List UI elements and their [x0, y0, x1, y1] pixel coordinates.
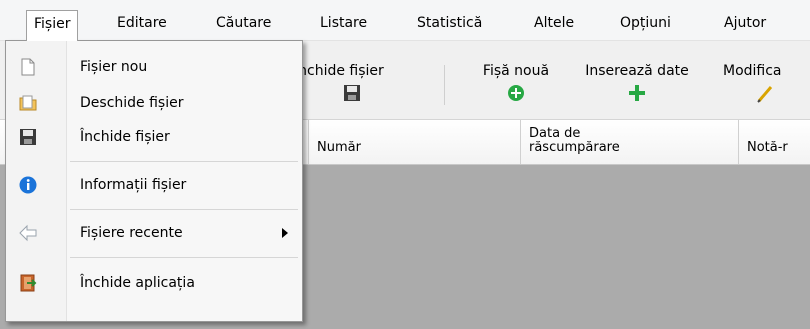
menu-item-new-file[interactable]: Fișier nou: [6, 51, 302, 83]
menu-optiuni[interactable]: Opțiuni: [613, 12, 678, 34]
column-header-numar[interactable]: Număr: [308, 120, 521, 164]
open-folder-icon: [19, 95, 37, 111]
column-header-data-rascumparare[interactable]: Data de răscumpărare: [520, 120, 739, 164]
modify-button[interactable]: Modifica: [723, 61, 810, 111]
modify-label: Modifica: [723, 63, 782, 79]
insert-data-button[interactable]: Inserează date: [572, 61, 702, 111]
pencil-icon: [757, 86, 773, 103]
new-file-icon: [21, 58, 35, 76]
toolbar-separator: [444, 65, 445, 105]
menu-separator: [70, 209, 298, 210]
column-header-numar-label: Număr: [317, 140, 361, 155]
exit-door-icon: [20, 274, 37, 292]
menu-cautare[interactable]: Căutare: [209, 12, 278, 34]
menu-ajutor[interactable]: Ajutor: [717, 12, 773, 34]
back-arrow-icon: [19, 224, 37, 242]
menu-item-open-file[interactable]: Deschide fișier: [6, 87, 302, 119]
plus-icon: [629, 85, 645, 101]
floppy-disk-icon: [344, 85, 360, 101]
menu-item-file-info[interactable]: Informații fișier: [6, 169, 302, 201]
info-icon: [19, 176, 37, 194]
menu-item-recent-files[interactable]: Fișiere recente: [6, 217, 302, 249]
close-file-toolbar-button[interactable]: Închide fișier: [294, 61, 430, 111]
close-file-toolbar-label: Închide fișier: [294, 63, 384, 79]
menu-separator: [70, 257, 298, 258]
menu-item-open-file-label: Deschide fișier: [80, 95, 184, 111]
menu-item-exit-application[interactable]: Închide aplicația: [6, 267, 302, 299]
menu-item-new-file-label: Fișier nou: [80, 59, 148, 75]
menu-item-file-info-label: Informații fișier: [80, 177, 187, 193]
menu-item-recent-files-label: Fișiere recente: [80, 225, 183, 241]
column-header-nota-label: Notă-r: [747, 140, 788, 155]
column-header-data-line2: răscumpărare: [529, 140, 620, 155]
menu-statistica[interactable]: Statistică: [410, 12, 489, 34]
menu-item-close-file-label: Închide fișier: [80, 129, 170, 145]
menu-fisier[interactable]: Fișier: [26, 10, 79, 41]
menu-item-close-file[interactable]: Închide fișier: [6, 121, 302, 153]
submenu-arrow-icon: [282, 228, 288, 238]
menu-editare[interactable]: Editare: [110, 12, 174, 34]
menu-bar: Fișier Editare Căutare Listare Statistic…: [0, 0, 810, 41]
file-menu-dropdown: Fișier nou Deschide fișier Închide fișie…: [5, 40, 303, 322]
floppy-disk-icon: [20, 129, 36, 145]
new-record-button[interactable]: Fișă nouă: [466, 61, 566, 111]
menu-listare[interactable]: Listare: [313, 12, 374, 34]
menu-separator: [70, 161, 298, 162]
column-header-nota[interactable]: Notă-r: [738, 120, 810, 164]
menu-item-exit-application-label: Închide aplicația: [80, 275, 195, 291]
menu-altele[interactable]: Altele: [527, 12, 581, 34]
insert-data-label: Inserează date: [585, 63, 689, 79]
add-circle-icon: [508, 85, 524, 101]
new-record-label: Fișă nouă: [482, 63, 550, 79]
